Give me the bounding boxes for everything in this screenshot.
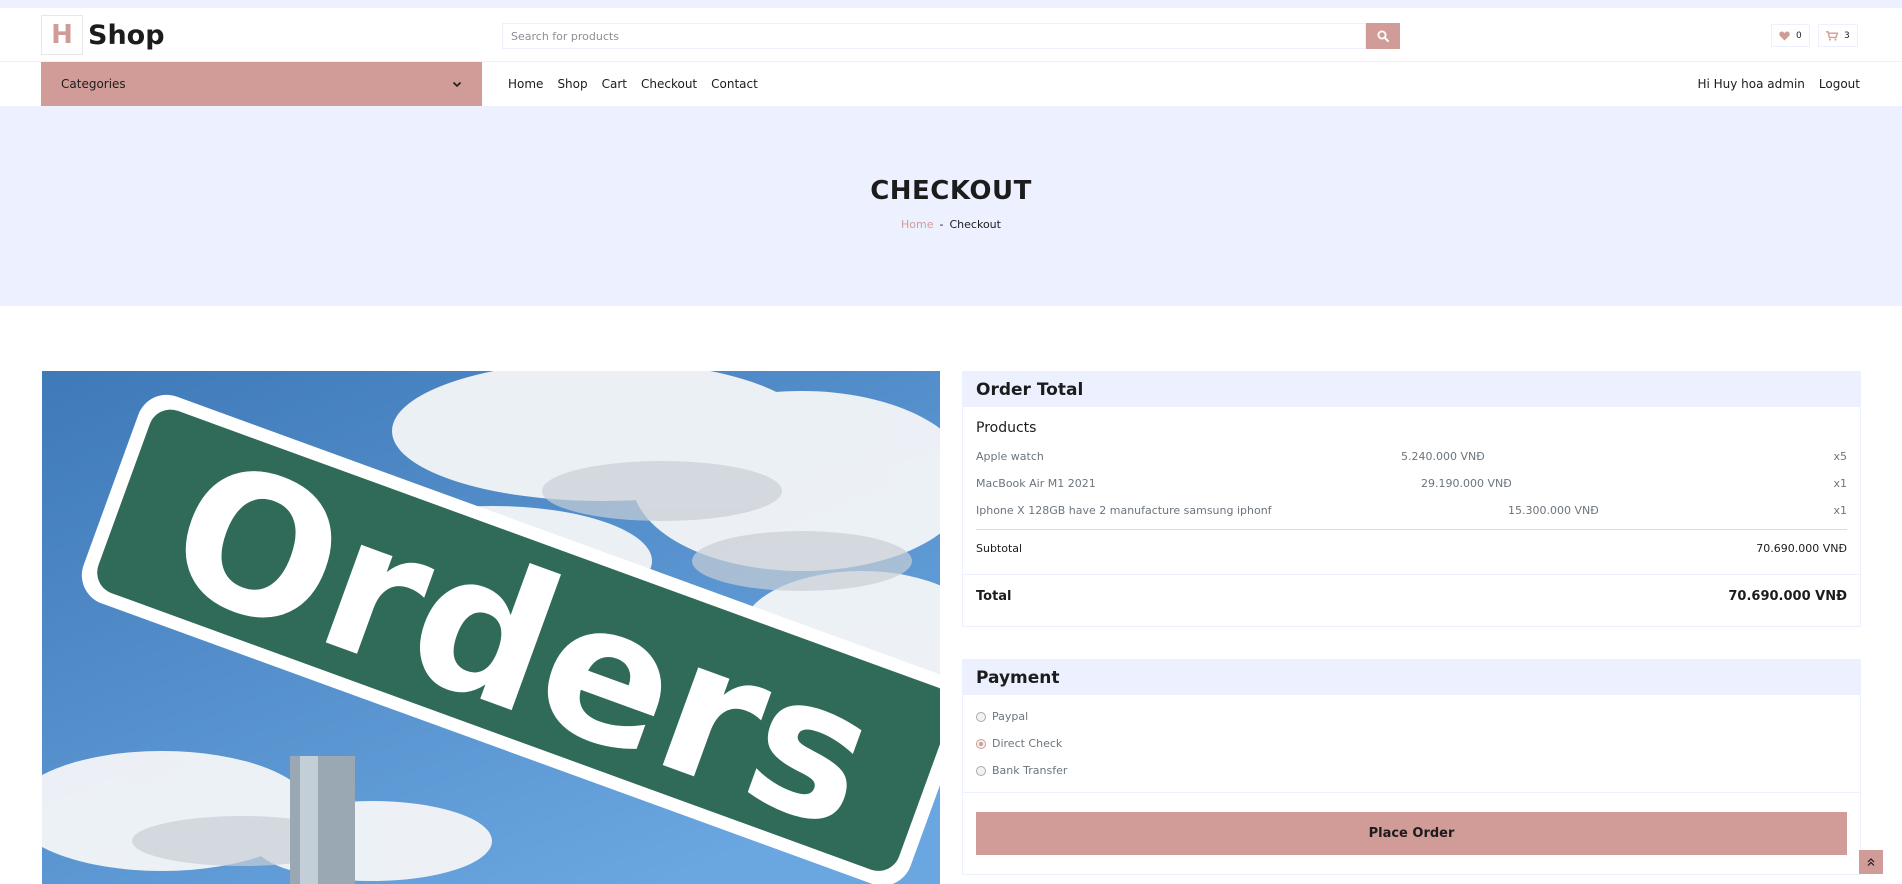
- categories-dropdown[interactable]: Categories: [41, 62, 482, 106]
- search-icon: [1377, 30, 1389, 42]
- search-button[interactable]: [1366, 23, 1400, 49]
- wishlist-count: 0: [1796, 30, 1802, 41]
- breadcrumb: Home - Checkout: [0, 218, 1902, 231]
- wishlist-button[interactable]: 0: [1771, 24, 1810, 47]
- product-row: Iphone X 128GB have 2 manufacture samsun…: [963, 498, 1860, 525]
- product-qty: x1: [1833, 504, 1847, 517]
- product-name: Iphone X 128GB have 2 manufacture samsun…: [976, 504, 1272, 517]
- payment-option-label: Paypal: [992, 710, 1029, 723]
- header: H Shop 0 3: [0, 8, 1902, 62]
- cart-button[interactable]: 3: [1818, 24, 1858, 47]
- account-nav: Hi Huy hoa admin Logout: [1697, 62, 1860, 106]
- logo[interactable]: H Shop: [41, 15, 165, 55]
- payment-option-paypal[interactable]: Paypal: [963, 703, 1860, 730]
- product-name: MacBook Air M1 2021: [976, 477, 1096, 490]
- categories-label: Categories: [61, 77, 126, 91]
- place-order-button[interactable]: Place Order: [976, 812, 1847, 855]
- subtotal-label: Subtotal: [976, 542, 1023, 555]
- page-title: CHECKOUT: [870, 176, 1032, 206]
- cart-count: 3: [1844, 30, 1850, 41]
- back-to-top-button[interactable]: [1859, 850, 1883, 874]
- top-strip: [0, 0, 1902, 8]
- payment-heading: Payment: [963, 660, 1860, 695]
- page-header: CHECKOUT Home - Checkout: [0, 106, 1902, 306]
- product-qty: x5: [1833, 450, 1847, 463]
- breadcrumb-separator: -: [939, 218, 944, 231]
- logo-text: Shop: [88, 19, 165, 51]
- product-price: 15.300.000 VNĐ: [1508, 504, 1599, 517]
- double-chevron-up-icon: [1867, 858, 1875, 866]
- radio-direct-check[interactable]: [976, 738, 986, 749]
- payment-option-label: Direct Check: [992, 737, 1063, 750]
- product-row: Apple watch 5.240.000 VNĐ x5: [963, 444, 1860, 471]
- nav-cart[interactable]: Cart: [602, 77, 627, 91]
- radio-paypal[interactable]: [976, 711, 986, 722]
- product-row: MacBook Air M1 2021 29.190.000 VNĐ x1: [963, 471, 1860, 498]
- nav-checkout[interactable]: Checkout: [641, 77, 697, 91]
- payment-option-bank-transfer[interactable]: Bank Transfer: [963, 757, 1860, 784]
- heart-icon: [1779, 31, 1790, 40]
- logout-link[interactable]: Logout: [1819, 77, 1860, 91]
- products-heading: Products: [976, 420, 1037, 436]
- main-nav: Home Shop Cart Checkout Contact: [508, 62, 758, 106]
- total-row: Total 70.690.000 VNĐ: [963, 574, 1860, 618]
- subtotal-value: 70.690.000 VNĐ: [1756, 542, 1847, 555]
- product-name: Apple watch: [976, 450, 1044, 463]
- breadcrumb-current: Checkout: [949, 218, 1001, 231]
- nav-home[interactable]: Home: [508, 77, 543, 91]
- radio-bank-transfer[interactable]: [976, 765, 986, 776]
- user-greeting[interactable]: Hi Huy hoa admin: [1697, 77, 1804, 91]
- search-bar: [502, 23, 1400, 49]
- logo-letter: H: [41, 15, 83, 55]
- nav-contact[interactable]: Contact: [711, 77, 758, 91]
- product-price: 29.190.000 VNĐ: [1421, 477, 1512, 490]
- chevron-down-icon: [452, 81, 462, 87]
- total-value: 70.690.000 VNĐ: [1728, 589, 1847, 604]
- total-label: Total: [976, 589, 1012, 604]
- order-total-card: Order Total Products Apple watch 5.240.0…: [962, 371, 1861, 627]
- search-input[interactable]: [502, 23, 1366, 49]
- product-qty: x1: [1833, 477, 1847, 490]
- subtotal-row: Subtotal 70.690.000 VNĐ: [963, 530, 1860, 566]
- orders-sign-image: Orders: [42, 371, 940, 884]
- breadcrumb-home[interactable]: Home: [901, 218, 933, 231]
- payment-card: Payment Paypal Direct Check Bank Transfe…: [962, 659, 1861, 875]
- payment-option-label: Bank Transfer: [992, 764, 1068, 777]
- payment-footer: Place Order: [963, 792, 1860, 873]
- payment-option-direct-check[interactable]: Direct Check: [963, 730, 1860, 757]
- product-price: 5.240.000 VNĐ: [1401, 450, 1485, 463]
- cart-icon: [1826, 30, 1838, 41]
- nav-shop[interactable]: Shop: [557, 77, 587, 91]
- order-total-heading: Order Total: [963, 372, 1860, 407]
